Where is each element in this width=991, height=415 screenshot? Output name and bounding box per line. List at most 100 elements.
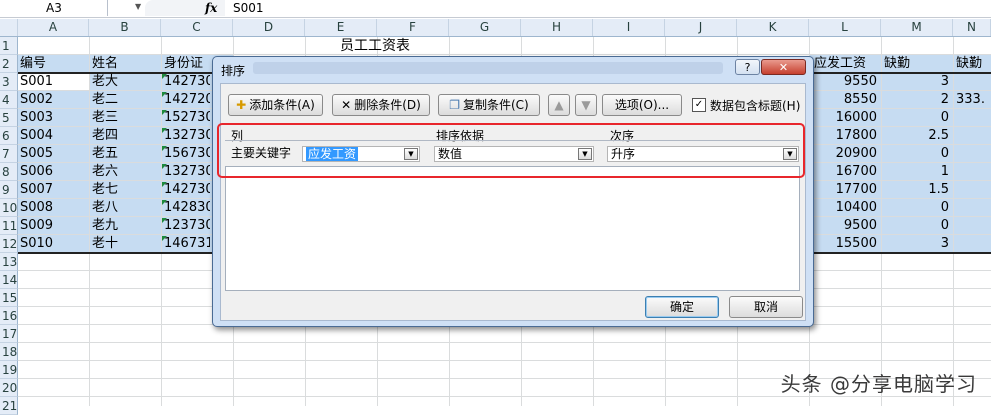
idcard-cell[interactable]: 146731 <box>164 235 210 253</box>
header-cell-idcard[interactable]: 身份证 <box>164 55 210 73</box>
idcard-cell[interactable]: 156730 <box>164 145 210 163</box>
row-header[interactable]: 4 <box>0 91 18 109</box>
absence-cell[interactable]: 3 <box>881 235 953 253</box>
header-cell-absence[interactable]: 缺勤 <box>884 55 910 73</box>
row-header[interactable]: 6 <box>0 127 18 145</box>
name-cell[interactable]: 老七 <box>92 181 118 199</box>
pay-cell[interactable]: 17700 <box>809 181 881 199</box>
name-cell[interactable]: 老四 <box>92 127 118 145</box>
extra-cell[interactable] <box>956 73 991 91</box>
column-header-e[interactable]: E <box>305 19 377 36</box>
help-button[interactable]: ? <box>735 59 760 75</box>
pay-cell[interactable]: 16700 <box>809 163 881 181</box>
move-up-button[interactable]: ▲ <box>548 94 570 116</box>
name-cell[interactable]: 老九 <box>92 217 118 235</box>
absence-cell[interactable]: 1.5 <box>881 181 953 199</box>
absence-cell[interactable]: 1 <box>881 163 953 181</box>
idcard-cell[interactable]: 152730 <box>164 109 210 127</box>
id-cell[interactable]: S006 <box>20 163 53 181</box>
id-cell[interactable]: S002 <box>20 91 53 109</box>
row-header[interactable]: 8 <box>0 163 18 181</box>
formula-input[interactable]: S001 <box>233 0 264 16</box>
row-header[interactable]: 7 <box>0 145 18 163</box>
absence-cell[interactable]: 2.5 <box>881 127 953 145</box>
pay-cell[interactable]: 9500 <box>809 217 881 235</box>
row-header[interactable]: 14 <box>0 271 18 289</box>
absence-cell[interactable]: 0 <box>881 199 953 217</box>
column-header-n[interactable]: N <box>953 19 991 36</box>
pay-cell[interactable]: 8550 <box>809 91 881 109</box>
column-header-h[interactable]: H <box>521 19 593 36</box>
idcard-cell[interactable]: 142720 <box>164 91 210 109</box>
row-header[interactable]: 21 <box>0 397 18 415</box>
pay-cell[interactable]: 17800 <box>809 127 881 145</box>
header-cell-id[interactable]: 编号 <box>20 55 46 73</box>
name-cell[interactable]: 老六 <box>92 163 118 181</box>
extra-cell[interactable]: 333. <box>956 91 991 109</box>
pay-cell[interactable]: 16000 <box>809 109 881 127</box>
row-header[interactable]: 11 <box>0 217 18 235</box>
id-cell[interactable]: S004 <box>20 127 53 145</box>
idcard-cell[interactable]: 123730 <box>164 217 210 235</box>
absence-cell[interactable]: 2 <box>881 91 953 109</box>
idcard-cell[interactable]: 132730 <box>164 163 210 181</box>
pay-cell[interactable]: 15500 <box>809 235 881 253</box>
column-header-c[interactable]: C <box>161 19 233 36</box>
row-header[interactable]: 19 <box>0 361 18 379</box>
row-header[interactable]: 10 <box>0 199 18 217</box>
absence-cell[interactable]: 3 <box>881 73 953 91</box>
pay-cell[interactable]: 20900 <box>809 145 881 163</box>
row-header[interactable]: 5 <box>0 109 18 127</box>
absence-cell[interactable]: 0 <box>881 217 953 235</box>
column-header-j[interactable]: J <box>665 19 737 36</box>
insert-function-icon[interactable]: fx <box>205 0 217 16</box>
name-cell[interactable]: 老五 <box>92 145 118 163</box>
column-header-m[interactable]: M <box>881 19 953 36</box>
row-header[interactable]: 13 <box>0 253 18 271</box>
row-header[interactable]: 20 <box>0 379 18 397</box>
absence-cell[interactable]: 0 <box>881 145 953 163</box>
row-header[interactable]: 16 <box>0 307 18 325</box>
column-header-k[interactable]: K <box>737 19 809 36</box>
id-cell[interactable]: S005 <box>20 145 53 163</box>
row-header[interactable]: 9 <box>0 181 18 199</box>
move-down-button[interactable]: ▼ <box>575 94 597 116</box>
name-cell[interactable]: 老十 <box>92 235 118 253</box>
add-level-button[interactable]: ✚ 添加条件(A) <box>228 94 323 116</box>
row-header[interactable]: 2 <box>0 55 18 73</box>
id-cell[interactable]: S003 <box>20 109 53 127</box>
header-cell-name[interactable]: 姓名 <box>92 55 118 73</box>
name-box[interactable]: A3 <box>0 0 108 16</box>
name-box-dropdown-icon[interactable]: ▼ <box>135 2 141 11</box>
row-header[interactable]: 17 <box>0 325 18 343</box>
name-cell[interactable]: 老八 <box>92 199 118 217</box>
idcard-cell[interactable]: 142730 <box>164 73 210 91</box>
header-cell-pay[interactable]: 应发工资 <box>814 55 866 73</box>
id-cell[interactable]: S007 <box>20 181 53 199</box>
id-cell[interactable]: S001 <box>20 73 53 91</box>
delete-level-button[interactable]: ✕ 删除条件(D) <box>332 94 430 116</box>
select-all-corner[interactable] <box>0 19 18 36</box>
sort-levels-list[interactable] <box>225 166 800 291</box>
cancel-button[interactable]: 取消 <box>729 296 803 318</box>
close-button[interactable]: ✕ <box>761 59 806 75</box>
column-header-f[interactable]: F <box>377 19 449 36</box>
idcard-cell[interactable]: 132730 <box>164 127 210 145</box>
id-cell[interactable]: S009 <box>20 217 53 235</box>
name-cell[interactable]: 老二 <box>92 91 118 109</box>
pay-cell[interactable]: 10400 <box>809 199 881 217</box>
has-header-checkbox[interactable]: ✓ <box>692 98 706 112</box>
idcard-cell[interactable]: 142730 <box>164 181 210 199</box>
column-header-a[interactable]: A <box>18 19 89 36</box>
row-header[interactable]: 15 <box>0 289 18 307</box>
idcard-cell[interactable]: 142830 <box>164 199 210 217</box>
column-header-g[interactable]: G <box>449 19 521 36</box>
column-header-i[interactable]: I <box>593 19 665 36</box>
options-button[interactable]: 选项(O)... <box>602 94 682 116</box>
name-cell[interactable]: 老大 <box>92 73 118 91</box>
id-cell[interactable]: S008 <box>20 199 53 217</box>
column-header-d[interactable]: D <box>233 19 305 36</box>
pay-cell[interactable]: 9550 <box>809 73 881 91</box>
column-header-l[interactable]: L <box>809 19 881 36</box>
row-header[interactable]: 1 <box>0 37 18 55</box>
